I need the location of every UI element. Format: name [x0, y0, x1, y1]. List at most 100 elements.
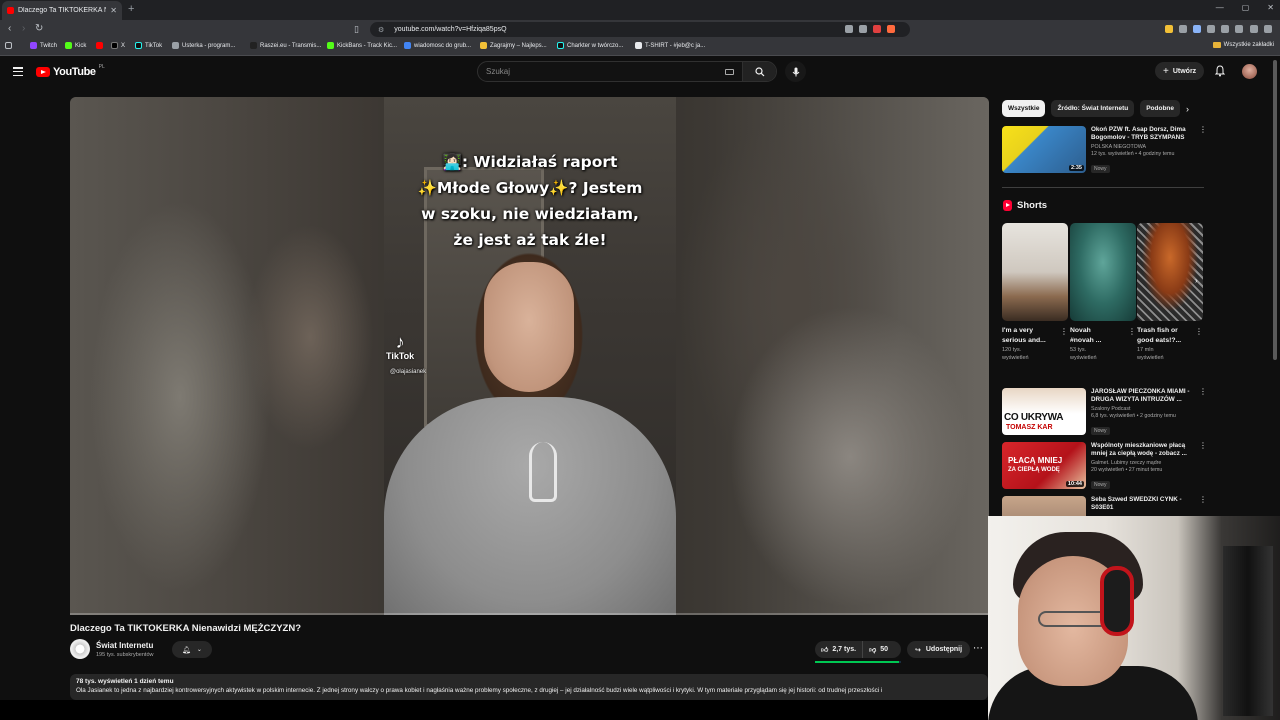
page-scrollbar[interactable] [1273, 60, 1277, 360]
voice-search-button[interactable] [785, 61, 806, 82]
bookmark-kick[interactable]: Kick [65, 42, 86, 49]
extension-icon[interactable] [1179, 25, 1187, 33]
more-vert-icon[interactable]: ⋮ [1060, 327, 1068, 336]
menu-icon[interactable] [1264, 25, 1272, 33]
short-item[interactable]: Trash fish or good eats!?... 17 mln wyśw… [1137, 223, 1203, 362]
video-progress-bar[interactable] [70, 613, 989, 615]
forward-icon[interactable]: › [22, 23, 25, 35]
short-thumbnail[interactable] [1137, 223, 1203, 321]
recommended-video[interactable]: 2:35 Okoń PZW ft. Asap Dorsz, Dima Bogom… [1002, 126, 1207, 175]
short-item[interactable]: Novah #novah ... 53 tys. wyświetleń ⋮ [1070, 223, 1136, 362]
puzzle-icon[interactable] [1221, 25, 1229, 33]
reload-icon[interactable]: ↻ [35, 23, 43, 35]
video-thumbnail[interactable]: PŁACĄ MNIEJ ZA CIEPŁĄ WODĘ 10:44 [1002, 442, 1086, 489]
shorts-icon [1003, 200, 1012, 211]
tab-close-icon[interactable]: ✕ [110, 6, 117, 15]
description-box[interactable]: 78 tys. wyświetleń 1 dzień temu Ola Jasi… [70, 674, 988, 700]
bookmark-twitch[interactable]: Twitch [30, 42, 57, 49]
thumbs-down-icon: 👎︎ [869, 647, 877, 654]
more-vert-icon[interactable]: ⋮ [1195, 327, 1203, 336]
share-button[interactable]: ↪ Udostępnij [907, 641, 971, 658]
new-badge: Nowy [1091, 165, 1110, 173]
subscription-bell-button[interactable]: 🔔︎ ⌄ [172, 641, 212, 658]
close-window-button[interactable]: ✕ [1267, 3, 1274, 12]
apps-icon[interactable] [5, 42, 12, 49]
bookmark-raszei[interactable]: Raszei.eu - Transmis... [250, 42, 321, 49]
menu-hamburger-icon[interactable] [13, 67, 23, 76]
all-bookmarks[interactable]: Wszystkie zakładki [1212, 42, 1274, 48]
chip-related[interactable]: Podobne [1140, 100, 1181, 117]
notifications-bell-icon[interactable] [1215, 65, 1225, 77]
bookmark-zagrajmy[interactable]: Zagrajmy – Najleps... [480, 42, 547, 49]
filter-chips: Wszystkie Źródło: Świat Internetu Podobn… [1002, 100, 1181, 117]
recommended-video[interactable]: CO UKRYWA TOMASZ KAR JAROSŁAW PIECZONKA … [1002, 388, 1207, 437]
address-bar[interactable]: ⚙ youtube.com/watch?v=Hfziqa85psQ [370, 22, 910, 37]
rec-meta: 6,8 tys. wyświetleń • 2 godziny temu [1091, 413, 1176, 419]
bookmark-kickbans[interactable]: KickBans - Track Kic... [327, 42, 397, 49]
minimize-button[interactable]: — [1216, 3, 1224, 12]
chip-all[interactable]: Wszystkie [1002, 100, 1046, 117]
chevron-right-icon[interactable]: › [1186, 104, 1189, 114]
more-actions-button[interactable]: ⋯ [973, 643, 983, 654]
omnibox-actions [845, 25, 895, 33]
video-frame: 👩🏻‍💻: Widziałaś raport ✨Młode Głowy✨? Je… [384, 97, 676, 615]
new-tab-button[interactable]: + [128, 3, 134, 15]
extension-icon[interactable] [1207, 25, 1215, 33]
sidebar-icon[interactable] [1235, 25, 1243, 33]
more-vert-icon[interactable]: ⋮ [1199, 388, 1207, 396]
bookmark-wiadomosc[interactable]: wiadomosc do grub... [404, 42, 471, 49]
rec-title: Wspólnoty mieszkaniowe płacą mniej za ci… [1091, 442, 1187, 457]
video-thumbnail[interactable]: 2:35 [1002, 126, 1086, 173]
bookmark-x[interactable]: X [111, 42, 125, 49]
youtube-logo[interactable]: YouTube PL [36, 64, 105, 78]
brave-shield-icon[interactable] [873, 25, 881, 33]
search-input[interactable] [478, 67, 725, 76]
short-item[interactable]: I'm a very serious and... 120 tys. wyświ… [1002, 223, 1068, 362]
more-vert-icon[interactable]: ⋮ [1199, 126, 1207, 134]
chip-source[interactable]: Źródło: Świat Internetu [1051, 100, 1135, 117]
bookmark-tshirt[interactable]: T-SHIRT - #jeb@c ja... [635, 42, 705, 49]
video-thumbnail[interactable]: CO UKRYWA TOMASZ KAR [1002, 388, 1086, 435]
bookmark-youtube[interactable] [96, 42, 106, 49]
view-count-date: 78 tys. wyświetleń 1 dzień temu [76, 678, 174, 685]
account-avatar[interactable] [1242, 64, 1257, 79]
site-icon [172, 42, 179, 49]
site-info-icon[interactable]: ⚙ [378, 26, 384, 34]
extension-icon[interactable] [1165, 25, 1173, 33]
extension-icon[interactable] [1193, 25, 1201, 33]
short-thumbnail[interactable] [1070, 223, 1136, 321]
share-page-icon[interactable] [859, 25, 867, 33]
brave-rewards-icon[interactable] [887, 25, 895, 33]
more-vert-icon[interactable]: ⋮ [1128, 327, 1136, 336]
chevron-right-icon[interactable]: › [1195, 276, 1198, 285]
maximize-button[interactable]: ▢ [1242, 3, 1250, 12]
channel-avatar[interactable] [70, 639, 90, 659]
recommended-video[interactable]: PŁACĄ MNIEJ ZA CIEPŁĄ WODĘ 10:44 Wspólno… [1002, 442, 1207, 491]
search-box [477, 61, 777, 82]
tiktok-icon [135, 42, 142, 49]
rec-meta: 12 tys. wyświetleń • 4 godziny temu [1091, 151, 1175, 157]
browser-tab[interactable]: Dlaczego Ta TIKTOKERKA Nie ✕ [2, 1, 122, 20]
bookmark-usterka[interactable]: Usterka - program... [172, 42, 235, 49]
back-icon[interactable]: ‹ [8, 23, 11, 35]
bookmark-tiktok[interactable]: TikTok [135, 42, 162, 49]
bookmark-icon[interactable]: ▯ [354, 23, 359, 35]
short-thumbnail[interactable] [1002, 223, 1068, 321]
bookmark-charkter[interactable]: Charkter w twórczo... [557, 42, 623, 49]
channel-name[interactable]: Świat Internetu [96, 641, 153, 650]
video-player[interactable]: 👩🏻‍💻: Widziałaś raport ✨Młode Głowy✨? Je… [70, 97, 989, 615]
keyboard-icon[interactable] [725, 68, 734, 75]
microphone-icon [792, 67, 799, 76]
video-duration: 10:44 [1065, 481, 1084, 487]
create-button[interactable]: + Utwórz [1155, 62, 1205, 80]
media-icon[interactable] [1250, 25, 1258, 33]
install-icon[interactable] [845, 25, 853, 33]
rec-channel: Galmet. Lubimy rzeczy mądre [1091, 460, 1162, 466]
dislike-button[interactable]: 👎︎ 50 [863, 645, 894, 654]
more-vert-icon[interactable]: ⋮ [1199, 442, 1207, 450]
search-button[interactable] [742, 62, 776, 81]
like-dislike-group: 👍︎ 2,7 tys. 👎︎ 50 [815, 641, 901, 658]
like-button[interactable]: 👍︎ 2,7 tys. [815, 641, 864, 658]
more-vert-icon[interactable]: ⋮ [1199, 496, 1207, 504]
description-text: Ola Jasianek to jedna z najbardziej kont… [76, 687, 883, 694]
